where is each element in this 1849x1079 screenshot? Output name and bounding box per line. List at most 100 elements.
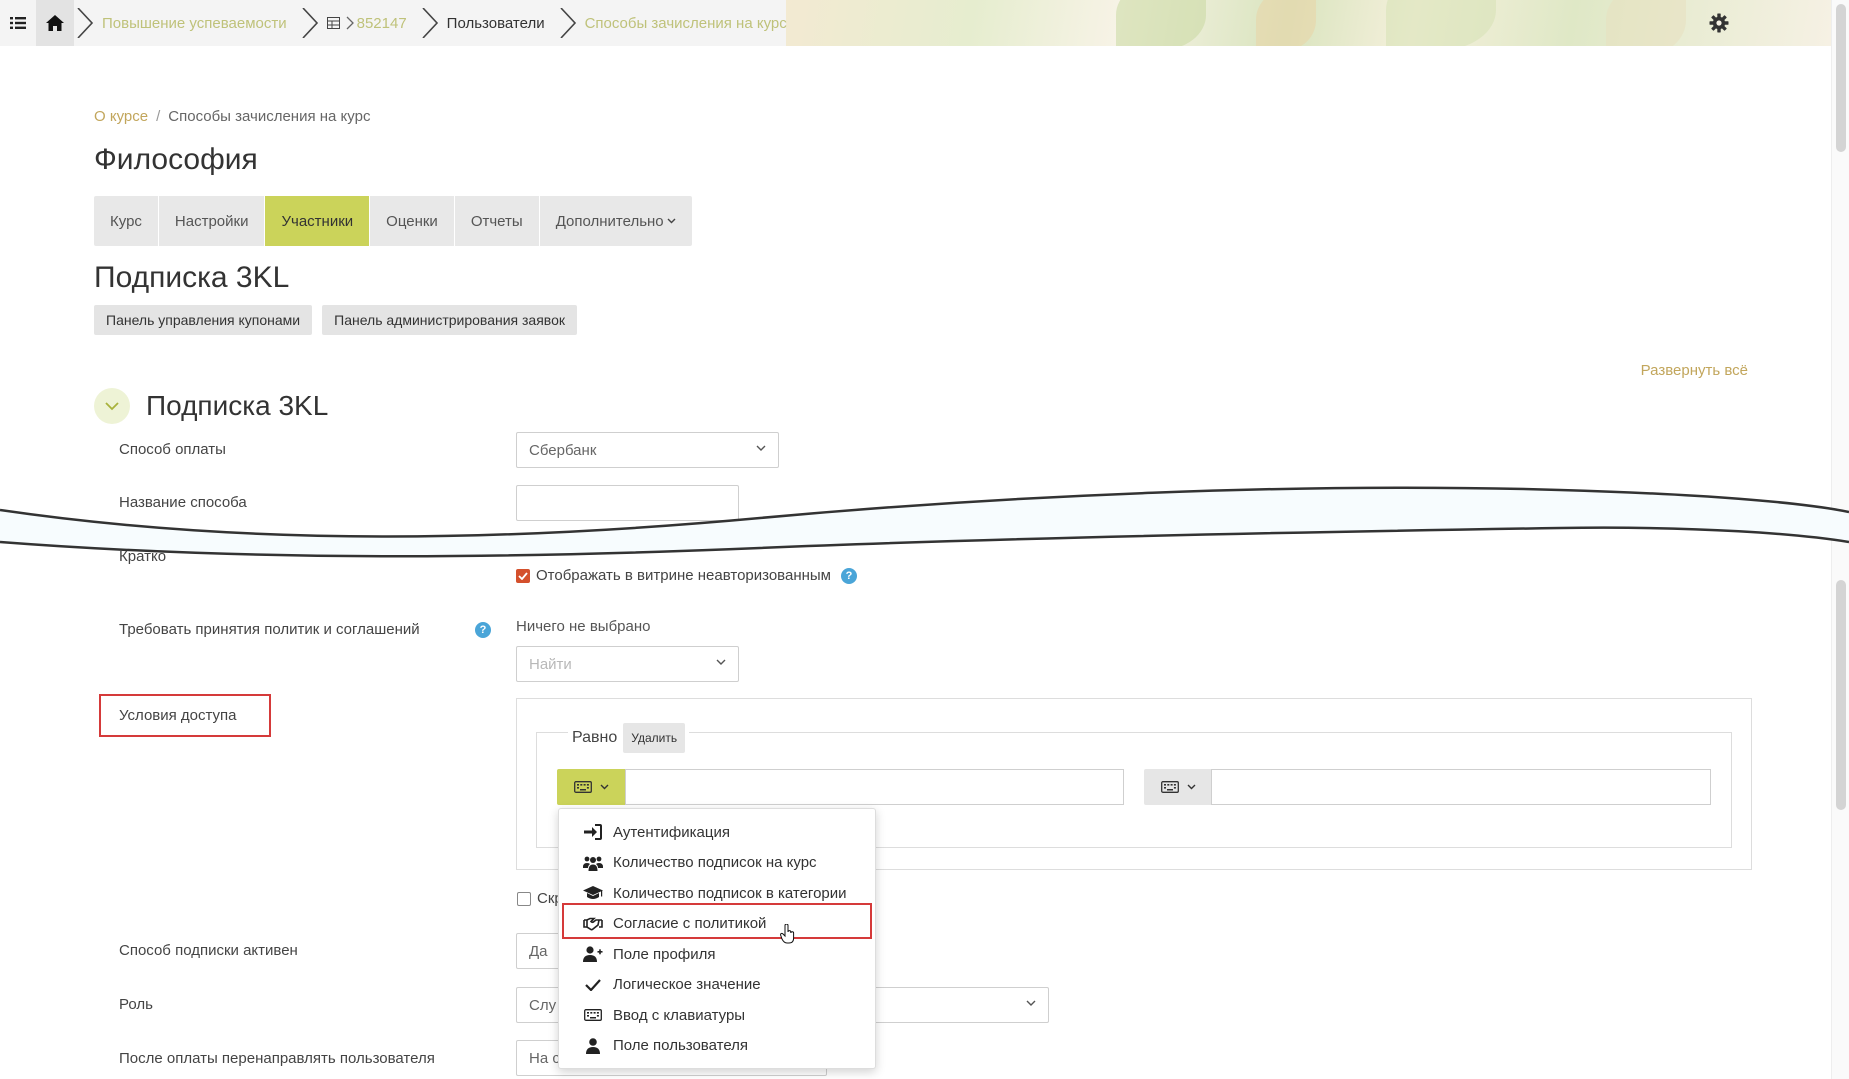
menu-item-keyboard-input[interactable]: Ввод с клавиатуры <box>559 1000 875 1031</box>
payment-method-label: Способ оплаты <box>119 441 226 458</box>
user-icon <box>583 1037 603 1055</box>
menu-item-user-field[interactable]: Поле пользователя <box>559 1031 875 1062</box>
tab-reports[interactable]: Отчеты <box>455 196 540 246</box>
keyboard-icon <box>583 1006 603 1024</box>
chevron-right-icon <box>77 8 94 38</box>
hide-checkbox-row: Скр <box>517 890 563 907</box>
graduation-cap-icon <box>583 884 603 902</box>
menu-item-profile-field[interactable]: Поле профиля <box>559 939 875 970</box>
list-icon <box>10 17 26 29</box>
chevron-right-icon <box>302 8 318 38</box>
breadcrumb-label: Способы зачисления на курс <box>584 14 787 32</box>
gear-icon <box>1709 13 1729 33</box>
breadcrumb-current: Способы зачисления на курс <box>168 108 371 125</box>
chevron-down-icon <box>716 659 726 665</box>
scrollbar-thumb[interactable] <box>1836 4 1846 152</box>
condition-type-dropdown-button-right[interactable] <box>1144 769 1212 805</box>
hand-pointer-icon <box>780 924 795 944</box>
tab-label: Отчеты <box>470 212 523 230</box>
tab-label: Дополнительно <box>555 212 664 230</box>
select-value: На с <box>529 1049 560 1067</box>
breadcrumb-label: Повышение успеваемости <box>102 14 287 32</box>
tab-label: Участники <box>281 212 354 230</box>
condition-right-input[interactable] <box>1211 769 1711 805</box>
showcase-checkbox-row: Отображать в витрине неавторизованным ? <box>516 567 857 584</box>
chevron-down-icon <box>600 784 608 790</box>
menu-item-label: Согласие с политикой <box>613 915 767 933</box>
condition-type-dropdown-button[interactable] <box>557 769 625 805</box>
condition-operator-label: Равно <box>572 729 618 746</box>
handshake-icon <box>583 915 603 933</box>
select-value: Сбербанк <box>529 441 597 459</box>
showcase-checkbox-label: Отображать в витрине неавторизованным <box>536 567 831 584</box>
settings-button[interactable] <box>1699 0 1739 46</box>
policies-label: Требовать принятия политик и соглашений <box>119 621 420 638</box>
users-icon <box>583 854 603 872</box>
menu-item-authentication[interactable]: Аутентификация <box>559 817 875 848</box>
help-icon[interactable]: ? <box>475 622 491 638</box>
breadcrumb-item-course[interactable]: 852147 <box>299 0 419 46</box>
page-cut-divider <box>0 486 1849 558</box>
hide-checkbox[interactable] <box>517 891 531 906</box>
breadcrumb-link-about-course[interactable]: О курсе <box>94 108 148 125</box>
menu-item-course-subscriptions[interactable]: Количество подписок на курс <box>559 848 875 879</box>
tab-label: Курс <box>110 212 142 230</box>
check-icon <box>583 976 603 994</box>
condition-left-input[interactable] <box>625 769 1124 805</box>
breadcrumb: Повышение успеваемости 852147 Пользовате… <box>74 0 799 46</box>
tab-settings[interactable]: Настройки <box>159 196 266 246</box>
breadcrumb-item-enrolment-methods[interactable]: Способы зачисления на курс <box>557 0 799 46</box>
expand-all-link[interactable]: Развернуть всё <box>1641 362 1748 379</box>
breadcrumb-label: 852147 <box>356 14 407 32</box>
chevron-down-icon <box>1026 1000 1036 1006</box>
showcase-checkbox[interactable] <box>516 568 530 583</box>
menu-item-label: Аутентификация <box>613 823 730 841</box>
tab-grades[interactable]: Оценки <box>370 196 455 246</box>
tab-course[interactable]: Курс <box>94 196 159 246</box>
keyboard-icon <box>1160 781 1179 793</box>
chevron-down-icon <box>105 401 119 410</box>
action-buttons: Панель управления купонами Панель админи… <box>94 305 577 335</box>
chevron-right-icon <box>559 8 576 38</box>
tab-label: Оценки <box>386 212 438 230</box>
payment-method-select[interactable]: Сбербанк <box>516 432 779 468</box>
tab-more[interactable]: Дополнительно <box>540 196 692 246</box>
menu-item-boolean[interactable]: Логическое значение <box>559 970 875 1001</box>
chevron-right-icon <box>346 16 354 30</box>
breadcrumb-label: Пользователи <box>446 14 545 32</box>
menu-item-policy-agreement[interactable]: Согласие с политикой <box>559 909 875 940</box>
menu-item-category-subscriptions[interactable]: Количество подписок в категории <box>559 878 875 909</box>
chevron-down-icon <box>667 218 676 224</box>
sign-in-icon <box>583 823 603 841</box>
scrollbar-thumb[interactable] <box>1836 580 1846 810</box>
requests-panel-button[interactable]: Панель администрирования заявок <box>322 305 577 335</box>
select-value: Да <box>529 942 548 960</box>
course-title: Философия <box>94 143 258 176</box>
home-icon <box>46 15 64 31</box>
instance-title: Подписка 3KL <box>94 261 290 294</box>
menu-item-label: Поле профиля <box>613 945 716 963</box>
user-plus-icon <box>583 945 603 963</box>
access-conditions-label: Условия доступа <box>119 707 237 724</box>
select-value: Слу <box>529 996 557 1014</box>
table-icon <box>326 17 340 29</box>
policies-search-select[interactable]: Найти <box>516 646 739 682</box>
menu-item-label: Количество подписок на курс <box>613 854 817 872</box>
drawer-toggle-button[interactable] <box>0 0 36 46</box>
tab-participants[interactable]: Участники <box>265 196 371 246</box>
top-navbar: Повышение успеваемости 852147 Пользовате… <box>0 0 1831 46</box>
select-placeholder: Найти <box>529 655 572 673</box>
condition-type-menu: Аутентификация Количество подписок на ку… <box>558 808 876 1069</box>
section-collapse-button[interactable] <box>94 388 130 424</box>
help-icon[interactable]: ? <box>840 567 857 584</box>
chevron-right-icon <box>422 8 438 38</box>
chevron-down-icon <box>756 445 766 451</box>
breadcrumb-item-course-category[interactable]: Повышение успеваемости <box>74 0 299 46</box>
home-button[interactable] <box>36 0 74 46</box>
chevron-down-icon <box>1187 784 1195 790</box>
breadcrumb-item-users[interactable]: Пользователи <box>419 0 557 46</box>
coupons-panel-button[interactable]: Панель управления купонами <box>94 305 313 335</box>
section-header: Подписка 3KL <box>94 388 328 424</box>
method-active-label: Способ подписки активен <box>119 942 298 959</box>
delete-condition-button[interactable]: Удалить <box>623 723 686 753</box>
